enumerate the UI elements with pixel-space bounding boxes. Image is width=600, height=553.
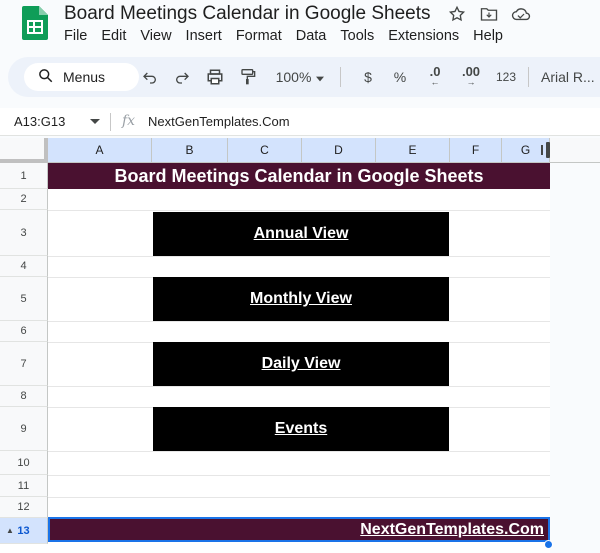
column-header-a[interactable]: A: [48, 138, 152, 163]
menu-file[interactable]: File: [64, 28, 87, 44]
sheet-title-banner: Board Meetings Calendar in Google Sheets: [48, 163, 550, 189]
search-menus-button[interactable]: Menus: [24, 63, 139, 91]
formula-bar: A13:G13 fx NextGenTemplates.Com: [0, 108, 600, 136]
select-all-corner[interactable]: [0, 138, 48, 163]
freeze-handle-bar[interactable]: [541, 145, 543, 155]
row-header-3[interactable]: 3: [0, 210, 48, 256]
title-actions: [446, 4, 532, 24]
row-header-11[interactable]: 11: [0, 475, 48, 497]
redo-icon[interactable]: [172, 67, 192, 87]
toolbar-divider: [340, 67, 341, 87]
formula-input[interactable]: NextGenTemplates.Com: [148, 114, 290, 129]
menu-view[interactable]: View: [140, 28, 171, 44]
row-header-12[interactable]: 12: [0, 497, 48, 518]
paint-format-icon[interactable]: [238, 67, 258, 87]
row-header-6[interactable]: 6: [0, 321, 48, 342]
font-family-select[interactable]: Arial R...: [541, 67, 600, 87]
undo-icon[interactable]: [140, 67, 160, 87]
cloud-saved-icon[interactable]: [510, 4, 532, 24]
zoom-value: 100%: [275, 69, 312, 85]
chevron-down-icon: [316, 69, 325, 85]
zoom-select[interactable]: 100%: [272, 67, 328, 87]
formula-divider: [110, 113, 111, 131]
gridline: [48, 386, 550, 387]
spreadsheet-grid: A B C D E F G 1 2 3 4 5 6 7 8 9 10 11 12…: [0, 138, 600, 553]
search-menus-label: Menus: [63, 69, 106, 85]
name-box[interactable]: A13:G13: [14, 114, 65, 129]
row-header-9[interactable]: 9: [0, 407, 48, 451]
empty-grid-area: [550, 163, 600, 553]
menu-help[interactable]: Help: [473, 28, 503, 44]
increase-decimal-label: .00: [461, 64, 481, 79]
sheets-app: Board Meetings Calendar in Google Sheets…: [0, 0, 600, 553]
column-header-d[interactable]: D: [302, 138, 376, 163]
cell-area[interactable]: Board Meetings Calendar in Google Sheets…: [48, 163, 550, 553]
menu-bar: File Edit View Insert Format Data Tools …: [64, 28, 517, 44]
menu-tools[interactable]: Tools: [340, 28, 374, 44]
row-header-4[interactable]: 4: [0, 256, 48, 277]
column-header-b[interactable]: B: [152, 138, 228, 163]
search-icon: [38, 68, 53, 86]
daily-view-button[interactable]: Daily View: [153, 342, 449, 386]
percent-format-button[interactable]: %: [392, 67, 408, 87]
gridline: [48, 321, 550, 322]
row-header-2[interactable]: 2: [0, 189, 48, 210]
sheets-logo-icon[interactable]: [22, 6, 48, 40]
decrease-decimal-button[interactable]: .0 ←: [424, 64, 446, 87]
menu-format[interactable]: Format: [236, 28, 282, 44]
menu-data[interactable]: Data: [296, 28, 327, 44]
column-header-f[interactable]: F: [450, 138, 502, 163]
footer-link-banner[interactable]: NextGenTemplates.Com: [48, 517, 550, 542]
annual-view-button[interactable]: Annual View: [153, 212, 449, 256]
gridline: [48, 210, 550, 211]
gridline: [48, 451, 550, 452]
row-header-1[interactable]: 1: [0, 163, 48, 189]
freeze-handle[interactable]: [546, 142, 550, 158]
arrow-right-icon: →: [466, 77, 476, 87]
row-header-13-label: 13: [17, 524, 30, 537]
more-formats-button[interactable]: 123: [494, 67, 518, 87]
column-header-e[interactable]: E: [376, 138, 450, 163]
row-header-5[interactable]: 5: [0, 277, 48, 321]
monthly-view-button[interactable]: Monthly View: [153, 277, 449, 321]
gridline: [48, 497, 550, 498]
move-to-folder-icon[interactable]: [478, 4, 500, 24]
row-header-10[interactable]: 10: [0, 451, 48, 475]
row-group-arrow-icon[interactable]: ▲: [6, 526, 14, 535]
fx-icon: fx: [122, 113, 136, 129]
toolbar: Menus 100% $ % .0 ← .00 → 123 Arial R...: [8, 57, 600, 97]
column-header-empty: [550, 138, 600, 163]
star-icon[interactable]: [446, 4, 468, 24]
arrow-left-icon: ←: [430, 77, 440, 87]
chevron-down-icon[interactable]: [90, 119, 100, 124]
row-header-13[interactable]: ▲ 13: [0, 518, 48, 544]
document-title[interactable]: Board Meetings Calendar in Google Sheets: [64, 3, 431, 25]
column-header-c[interactable]: C: [228, 138, 302, 163]
row-header-7[interactable]: 7: [0, 342, 48, 386]
print-icon[interactable]: [204, 67, 226, 87]
decrease-decimal-label: .0: [429, 64, 441, 79]
increase-decimal-button[interactable]: .00 →: [458, 64, 484, 87]
menu-extensions[interactable]: Extensions: [388, 28, 459, 44]
toolbar-divider: [528, 67, 529, 87]
row-header-8[interactable]: 8: [0, 386, 48, 407]
menu-insert[interactable]: Insert: [186, 28, 222, 44]
gridline: [48, 475, 550, 476]
gridline: [48, 256, 550, 257]
selection-fill-handle[interactable]: [544, 540, 553, 549]
menu-edit[interactable]: Edit: [101, 28, 126, 44]
currency-format-button[interactable]: $: [360, 67, 376, 87]
events-button[interactable]: Events: [153, 407, 449, 451]
